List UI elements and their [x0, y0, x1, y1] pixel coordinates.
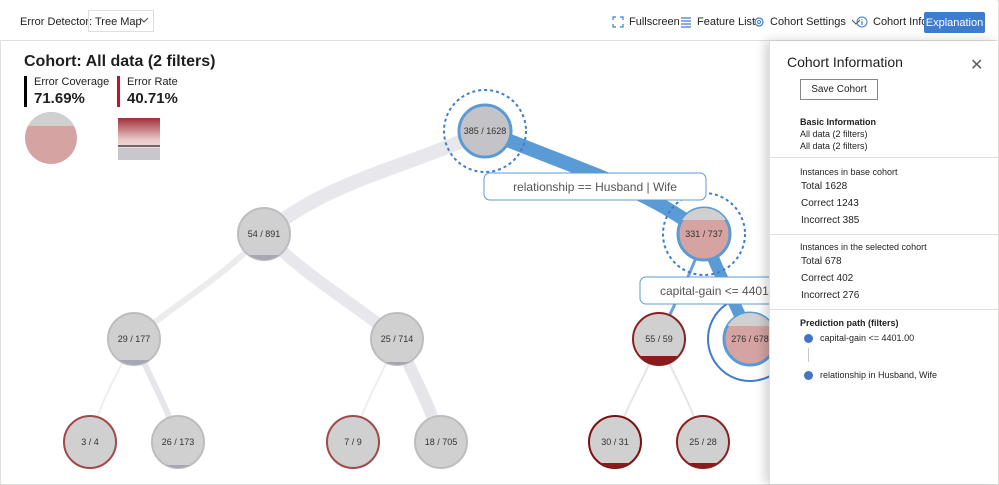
view-dropdown[interactable]: Tree Map — [88, 10, 154, 32]
divider — [770, 309, 998, 310]
chevron-down-icon — [139, 15, 149, 28]
cohort-settings-button[interactable]: Cohort Settings — [753, 16, 861, 28]
node-l1-left-label: 54 / 891 — [248, 229, 281, 239]
cohort-info-button[interactable]: Cohort Info — [856, 16, 927, 28]
feature-list-label: Feature List — [697, 16, 756, 28]
tree-node-l2-a[interactable]: 29 / 177 — [107, 312, 161, 366]
tree-node-l3-e[interactable]: 30 / 31 — [588, 415, 642, 469]
tree-node-l2-b[interactable]: 25 / 714 — [370, 312, 424, 366]
tree-node-l1-left[interactable]: 54 / 891 — [237, 207, 291, 261]
base-total: Total 1628 — [801, 181, 848, 192]
path-connector — [808, 348, 809, 362]
base-correct: Correct 1243 — [801, 198, 859, 209]
fullscreen-label: Fullscreen — [629, 16, 680, 28]
error-rate-legend-swatch — [118, 118, 160, 160]
fullscreen-icon — [612, 16, 624, 28]
list-icon — [680, 16, 692, 28]
node-l3-d-label: 18 / 705 — [425, 437, 458, 447]
tree-node-l1-right[interactable]: 331 / 737 — [662, 192, 746, 276]
node-l2-a-label: 29 / 177 — [118, 334, 151, 344]
base-cohort-heading: Instances in base cohort — [800, 167, 898, 177]
tree-node-l3-d[interactable]: 18 / 705 — [414, 415, 468, 469]
basic-info-heading: Basic Information — [800, 117, 877, 127]
gear-icon — [753, 16, 765, 28]
divider — [770, 234, 998, 235]
selected-incorrect: Incorrect 276 — [801, 290, 860, 301]
selected-cohort-heading: Instances in the selected cohort — [800, 242, 927, 252]
tree-node-l3-a[interactable]: 3 / 4 — [63, 415, 117, 469]
close-icon[interactable]: ✕ — [970, 55, 983, 75]
selected-total: Total 678 — [801, 256, 842, 267]
prediction-path-heading: Prediction path (filters) — [800, 317, 899, 329]
divider — [770, 157, 998, 158]
explanation-button[interactable]: Explanation — [924, 12, 985, 33]
path-item: capital-gain <= 4401.00 — [820, 333, 915, 343]
basic-info-line: All data (2 filters) — [800, 141, 868, 151]
tree-node-l2-c[interactable]: 55 / 59 — [632, 312, 686, 366]
basic-info-section: Basic Information All data (2 filters) A… — [800, 116, 876, 152]
node-l3-b-label: 26 / 173 — [162, 437, 195, 447]
path-dot-icon — [804, 334, 813, 343]
tree-node-root[interactable]: 385 / 1628 — [443, 89, 527, 173]
prediction-path-heading-text: Prediction path (filters) — [800, 318, 899, 328]
view-dropdown-value: Tree Map — [95, 16, 142, 28]
tree-node-l3-c[interactable]: 7 / 9 — [326, 415, 380, 469]
node-root-label: 385 / 1628 — [464, 126, 507, 136]
panel-title: Cohort Information — [787, 54, 903, 70]
feature-list-button[interactable]: Feature List — [680, 16, 755, 28]
node-l3-a-label: 3 / 4 — [81, 437, 99, 447]
split-label-root-text: relationship == Husband | Wife — [513, 180, 677, 194]
node-l2-d-label: 276 / 678 — [731, 334, 769, 344]
node-l2-c-label: 55 / 59 — [645, 334, 673, 344]
split-label-root: relationship == Husband | Wife — [483, 172, 707, 201]
node-l2-b-label: 25 / 714 — [381, 334, 414, 344]
tree-node-l3-f[interactable]: 25 / 28 — [676, 415, 730, 469]
base-incorrect: Incorrect 385 — [801, 215, 860, 226]
selected-correct: Correct 402 — [801, 273, 854, 284]
cohort-settings-label: Cohort Settings — [770, 16, 846, 28]
fullscreen-button[interactable]: Fullscreen — [612, 16, 680, 28]
save-cohort-button[interactable]: Save Cohort — [800, 79, 878, 100]
split-label-second: capital-gain <= 4401 — [639, 276, 769, 305]
toolbar: Error Detector: Tree Map Fullscreen Feat… — [0, 0, 997, 41]
node-l3-f-label: 25 / 28 — [689, 437, 717, 447]
tree-node-l3-b[interactable]: 26 / 173 — [151, 415, 205, 469]
error-detector-label: Error Detector: — [20, 16, 93, 28]
node-l3-e-label: 30 / 31 — [601, 437, 629, 447]
cohort-info-label: Cohort Info — [873, 16, 928, 28]
cohort-info-panel: Cohort Information ✕ Save Cohort Basic I… — [769, 41, 998, 484]
node-l1-right-label: 331 / 737 — [685, 229, 723, 239]
path-dot-icon — [804, 371, 813, 380]
node-l3-c-label: 7 / 9 — [344, 437, 362, 447]
basic-info-line: All data (2 filters) — [800, 129, 868, 139]
error-coverage-legend-circle — [25, 112, 77, 164]
info-icon — [856, 16, 868, 28]
tree-map: 385 / 1628 54 / 891 331 / 737 29 / 177 2… — [25, 89, 769, 469]
split-label-second-text: capital-gain <= 4401 — [660, 284, 769, 298]
path-item: relationship in Husband, Wife — [820, 370, 938, 380]
